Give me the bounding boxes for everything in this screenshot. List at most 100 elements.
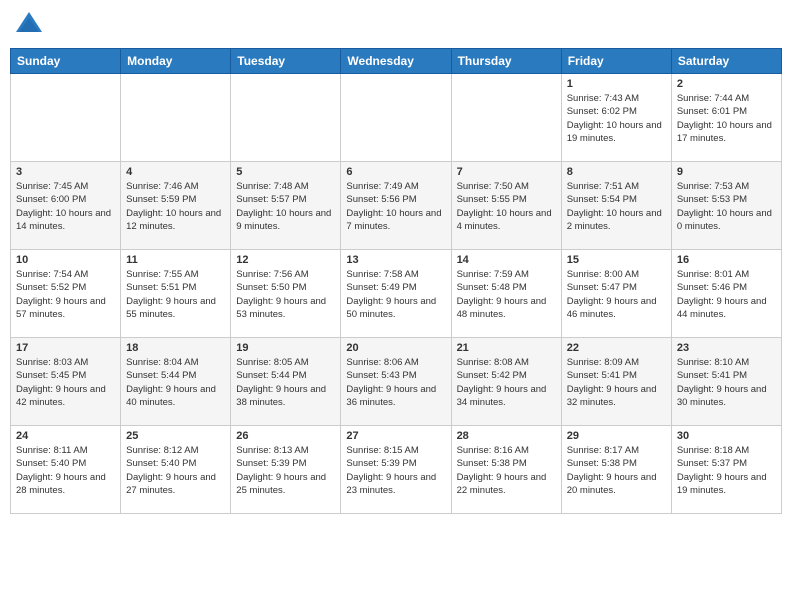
day-number: 5 xyxy=(236,166,335,178)
day-number: 20 xyxy=(346,342,445,354)
day-number: 4 xyxy=(126,166,225,178)
calendar-cell xyxy=(341,74,451,162)
day-info: Sunrise: 7:55 AM Sunset: 5:51 PM Dayligh… xyxy=(126,268,225,321)
calendar-week-3: 10 Sunrise: 7:54 AM Sunset: 5:52 PM Dayli… xyxy=(11,250,782,338)
day-info: Sunrise: 7:54 AM Sunset: 5:52 PM Dayligh… xyxy=(16,268,115,321)
calendar-cell: 23 Sunrise: 8:10 AM Sunset: 5:41 PM Dayli… xyxy=(671,338,781,426)
day-number: 17 xyxy=(16,342,115,354)
day-info: Sunrise: 7:59 AM Sunset: 5:48 PM Dayligh… xyxy=(457,268,556,321)
day-info: Sunrise: 7:56 AM Sunset: 5:50 PM Dayligh… xyxy=(236,268,335,321)
day-number: 2 xyxy=(677,78,776,90)
calendar-cell: 13 Sunrise: 7:58 AM Sunset: 5:49 PM Dayli… xyxy=(341,250,451,338)
day-info: Sunrise: 7:49 AM Sunset: 5:56 PM Dayligh… xyxy=(346,180,445,233)
day-info: Sunrise: 8:15 AM Sunset: 5:39 PM Dayligh… xyxy=(346,444,445,497)
calendar-cell xyxy=(121,74,231,162)
day-info: Sunrise: 8:13 AM Sunset: 5:39 PM Dayligh… xyxy=(236,444,335,497)
calendar-cell: 8Sunrise: 7:51 AM Sunset: 5:54 PM Daylig… xyxy=(561,162,671,250)
calendar-cell xyxy=(11,74,121,162)
day-info: Sunrise: 7:48 AM Sunset: 5:57 PM Dayligh… xyxy=(236,180,335,233)
day-number: 13 xyxy=(346,254,445,266)
calendar-cell: 7Sunrise: 7:50 AM Sunset: 5:55 PM Daylig… xyxy=(451,162,561,250)
calendar-table: SundayMondayTuesdayWednesdayThursdayFrid… xyxy=(10,48,782,514)
calendar-cell: 3 Sunrise: 7:45 AM Sunset: 6:00 PM Daylig… xyxy=(11,162,121,250)
calendar-cell: 27 Sunrise: 8:15 AM Sunset: 5:39 PM Dayli… xyxy=(341,426,451,514)
calendar-cell: 28 Sunrise: 8:16 AM Sunset: 5:38 PM Dayli… xyxy=(451,426,561,514)
calendar-cell: 20 Sunrise: 8:06 AM Sunset: 5:43 PM Dayli… xyxy=(341,338,451,426)
calendar-cell: 18 Sunrise: 8:04 AM Sunset: 5:44 PM Dayli… xyxy=(121,338,231,426)
day-number: 16 xyxy=(677,254,776,266)
day-number: 9 xyxy=(677,166,776,178)
calendar-cell: 5 Sunrise: 7:48 AM Sunset: 5:57 PM Daylig… xyxy=(231,162,341,250)
calendar-cell: 14 Sunrise: 7:59 AM Sunset: 5:48 PM Dayli… xyxy=(451,250,561,338)
day-number: 29 xyxy=(567,430,666,442)
calendar-cell: 6 Sunrise: 7:49 AM Sunset: 5:56 PM Daylig… xyxy=(341,162,451,250)
calendar-cell: 22Sunrise: 8:09 AM Sunset: 5:41 PM Dayli… xyxy=(561,338,671,426)
calendar-cell: 15 Sunrise: 8:00 AM Sunset: 5:47 PM Dayli… xyxy=(561,250,671,338)
day-info: Sunrise: 8:17 AM Sunset: 5:38 PM Dayligh… xyxy=(567,444,666,497)
day-number: 3 xyxy=(16,166,115,178)
day-info: Sunrise: 8:06 AM Sunset: 5:43 PM Dayligh… xyxy=(346,356,445,409)
logo xyxy=(14,10,48,40)
day-number: 28 xyxy=(457,430,556,442)
day-info: Sunrise: 7:51 AM Sunset: 5:54 PM Dayligh… xyxy=(567,180,666,233)
header-monday: Monday xyxy=(121,49,231,74)
logo-icon xyxy=(14,10,44,40)
calendar-cell: 21Sunrise: 8:08 AM Sunset: 5:42 PM Dayli… xyxy=(451,338,561,426)
day-number: 18 xyxy=(126,342,225,354)
calendar-cell: 12 Sunrise: 7:56 AM Sunset: 5:50 PM Dayli… xyxy=(231,250,341,338)
day-number: 6 xyxy=(346,166,445,178)
day-number: 19 xyxy=(236,342,335,354)
header-saturday: Saturday xyxy=(671,49,781,74)
calendar-cell: 19 Sunrise: 8:05 AM Sunset: 5:44 PM Dayli… xyxy=(231,338,341,426)
day-info: Sunrise: 7:43 AM Sunset: 6:02 PM Dayligh… xyxy=(567,92,666,145)
calendar-cell: 2 Sunrise: 7:44 AM Sunset: 6:01 PM Daylig… xyxy=(671,74,781,162)
calendar-cell: 25Sunrise: 8:12 AM Sunset: 5:40 PM Dayli… xyxy=(121,426,231,514)
calendar-cell: 11 Sunrise: 7:55 AM Sunset: 5:51 PM Dayli… xyxy=(121,250,231,338)
day-info: Sunrise: 7:58 AM Sunset: 5:49 PM Dayligh… xyxy=(346,268,445,321)
calendar-week-5: 24 Sunrise: 8:11 AM Sunset: 5:40 PM Dayli… xyxy=(11,426,782,514)
day-info: Sunrise: 8:05 AM Sunset: 5:44 PM Dayligh… xyxy=(236,356,335,409)
page-header xyxy=(10,10,782,40)
day-info: Sunrise: 8:11 AM Sunset: 5:40 PM Dayligh… xyxy=(16,444,115,497)
calendar-cell: 10 Sunrise: 7:54 AM Sunset: 5:52 PM Dayli… xyxy=(11,250,121,338)
day-number: 30 xyxy=(677,430,776,442)
header-tuesday: Tuesday xyxy=(231,49,341,74)
day-info: Sunrise: 8:10 AM Sunset: 5:41 PM Dayligh… xyxy=(677,356,776,409)
day-info: Sunrise: 8:00 AM Sunset: 5:47 PM Dayligh… xyxy=(567,268,666,321)
calendar-cell: 9Sunrise: 7:53 AM Sunset: 5:53 PM Daylig… xyxy=(671,162,781,250)
day-info: Sunrise: 7:46 AM Sunset: 5:59 PM Dayligh… xyxy=(126,180,225,233)
header-sunday: Sunday xyxy=(11,49,121,74)
calendar-week-2: 3 Sunrise: 7:45 AM Sunset: 6:00 PM Daylig… xyxy=(11,162,782,250)
calendar-cell: 4 Sunrise: 7:46 AM Sunset: 5:59 PM Daylig… xyxy=(121,162,231,250)
day-number: 27 xyxy=(346,430,445,442)
calendar-cell: 26 Sunrise: 8:13 AM Sunset: 5:39 PM Dayli… xyxy=(231,426,341,514)
header-wednesday: Wednesday xyxy=(341,49,451,74)
day-info: Sunrise: 8:04 AM Sunset: 5:44 PM Dayligh… xyxy=(126,356,225,409)
day-number: 12 xyxy=(236,254,335,266)
calendar-cell xyxy=(231,74,341,162)
calendar-cell: 17 Sunrise: 8:03 AM Sunset: 5:45 PM Dayli… xyxy=(11,338,121,426)
day-number: 10 xyxy=(16,254,115,266)
day-number: 25 xyxy=(126,430,225,442)
day-info: Sunrise: 8:03 AM Sunset: 5:45 PM Dayligh… xyxy=(16,356,115,409)
day-number: 22 xyxy=(567,342,666,354)
day-number: 11 xyxy=(126,254,225,266)
calendar-week-4: 17 Sunrise: 8:03 AM Sunset: 5:45 PM Dayli… xyxy=(11,338,782,426)
calendar-week-1: 1 Sunrise: 7:43 AM Sunset: 6:02 PM Daylig… xyxy=(11,74,782,162)
calendar-header-row: SundayMondayTuesdayWednesdayThursdayFrid… xyxy=(11,49,782,74)
day-number: 23 xyxy=(677,342,776,354)
day-number: 15 xyxy=(567,254,666,266)
day-info: Sunrise: 8:16 AM Sunset: 5:38 PM Dayligh… xyxy=(457,444,556,497)
day-info: Sunrise: 7:44 AM Sunset: 6:01 PM Dayligh… xyxy=(677,92,776,145)
day-number: 21 xyxy=(457,342,556,354)
day-info: Sunrise: 8:01 AM Sunset: 5:46 PM Dayligh… xyxy=(677,268,776,321)
day-number: 24 xyxy=(16,430,115,442)
day-number: 14 xyxy=(457,254,556,266)
day-number: 1 xyxy=(567,78,666,90)
day-info: Sunrise: 7:50 AM Sunset: 5:55 PM Dayligh… xyxy=(457,180,556,233)
header-thursday: Thursday xyxy=(451,49,561,74)
day-number: 26 xyxy=(236,430,335,442)
day-info: Sunrise: 7:45 AM Sunset: 6:00 PM Dayligh… xyxy=(16,180,115,233)
calendar-cell: 29 Sunrise: 8:17 AM Sunset: 5:38 PM Dayli… xyxy=(561,426,671,514)
day-info: Sunrise: 8:18 AM Sunset: 5:37 PM Dayligh… xyxy=(677,444,776,497)
